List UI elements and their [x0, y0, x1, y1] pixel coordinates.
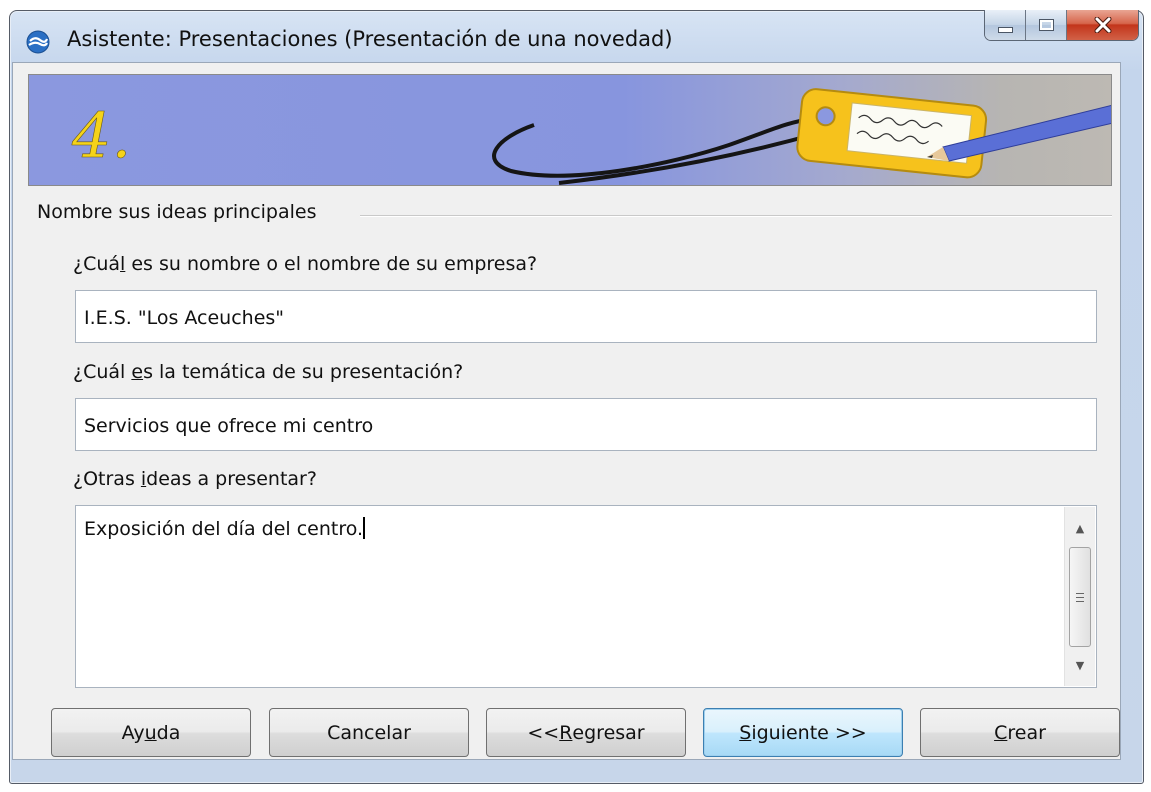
next-button[interactable]: Siguiente >>: [703, 708, 903, 757]
close-button[interactable]: [1067, 10, 1138, 40]
other-ideas-text: Exposición del día del centro.: [84, 517, 366, 540]
other-ideas-label: ¿Otras ideas a presentar?: [73, 468, 317, 490]
wizard-banner: 4.: [28, 74, 1112, 186]
caption-buttons: [984, 10, 1139, 41]
back-button[interactable]: << Regresar: [486, 708, 686, 757]
maximize-button[interactable]: [1026, 10, 1067, 40]
topic-input[interactable]: Servicios que ofrece mi centro: [75, 398, 1097, 451]
app-logo-icon: [26, 30, 50, 54]
maximize-icon: [1039, 20, 1053, 30]
minimize-icon: [997, 27, 1013, 33]
scroll-thumb[interactable]: [1069, 547, 1091, 647]
group-title: Nombre sus ideas principales: [37, 201, 325, 223]
banner-illustration: 4.: [71, 88, 1111, 185]
text-caret: [363, 517, 366, 539]
cancel-button[interactable]: Cancelar: [269, 708, 469, 757]
other-ideas-textarea[interactable]: Exposición del día del centro. ▲ ▼: [75, 505, 1097, 688]
scroll-down-arrow-icon[interactable]: ▼: [1065, 650, 1095, 680]
help-button[interactable]: Ay u da: [51, 708, 251, 757]
name-label: ¿Cuál es su nombre o el nombre de su emp…: [73, 253, 538, 275]
step-number: 4.: [71, 99, 131, 172]
minimize-button[interactable]: [985, 10, 1026, 40]
scroll-up-arrow-icon[interactable]: ▲: [1065, 513, 1095, 543]
close-icon: [1094, 17, 1111, 33]
grip-icon: [1076, 592, 1084, 602]
topic-label: ¿Cuál es la temática de su presentación?: [73, 361, 464, 383]
vertical-scrollbar[interactable]: ▲ ▼: [1064, 507, 1095, 686]
name-input[interactable]: I.E.S. "Los Aceuches": [75, 290, 1097, 343]
tag-icon: [796, 88, 988, 179]
window-title: Asistente: Presentaciones (Presentación …: [67, 27, 673, 51]
group-separator: [360, 215, 1112, 217]
create-button[interactable]: Crear: [920, 708, 1120, 757]
